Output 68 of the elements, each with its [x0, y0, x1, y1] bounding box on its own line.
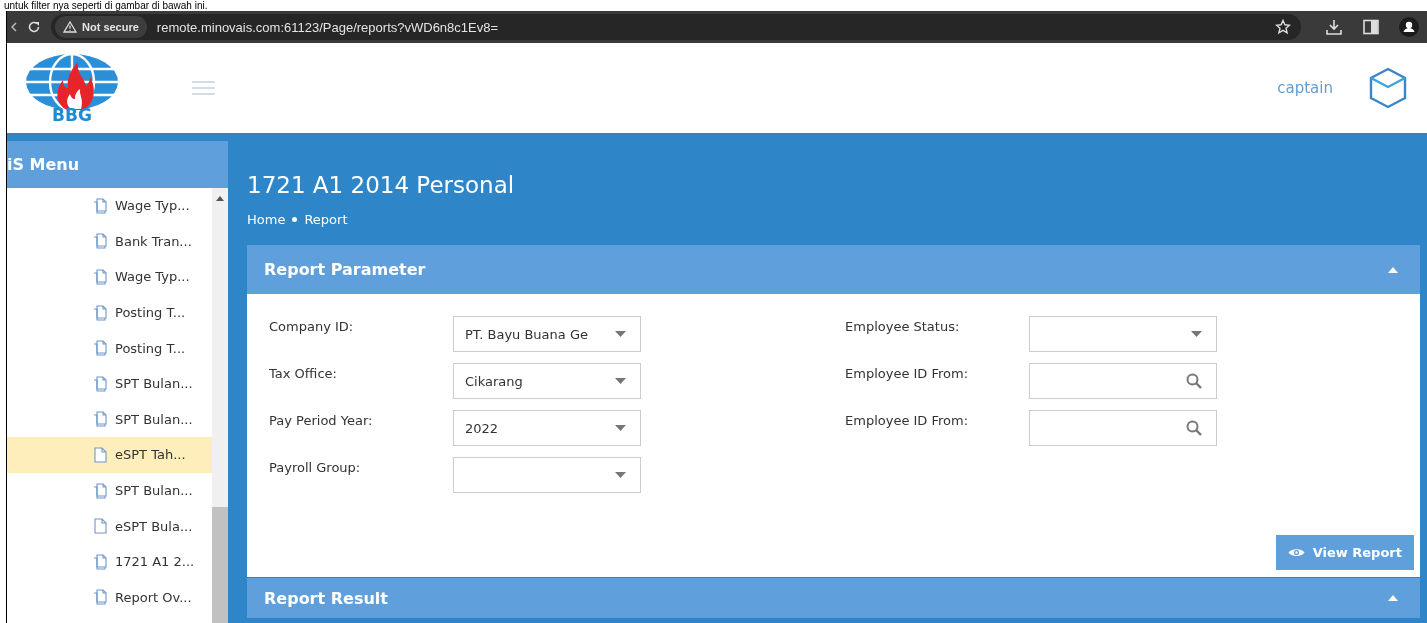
dropdown-caret-icon: [615, 472, 626, 478]
documents-icon: [92, 589, 109, 606]
panel-title: Report Result: [264, 588, 388, 608]
security-chip[interactable]: Not secure: [55, 16, 147, 38]
breadcrumb-separator: [292, 217, 298, 222]
documents-icon: [92, 375, 109, 392]
dropdown-field[interactable]: [453, 457, 641, 493]
documents-icon: [92, 197, 109, 214]
menu-item[interactable]: SPT Bulan...: [7, 401, 212, 438]
page-title: 1721 A1 2014 Personal: [247, 172, 516, 198]
menu-item[interactable]: Report Ov...: [7, 579, 212, 616]
logo-text: BBG: [52, 106, 92, 124]
menu-item[interactable]: Wage Typ...: [7, 188, 212, 224]
dropdown-field[interactable]: [1029, 316, 1217, 352]
dropdown-caret-icon: [615, 331, 626, 337]
dropdown-caret-icon: [1191, 331, 1202, 337]
menu-item[interactable]: eSPT Bula...: [7, 508, 212, 544]
dropdown-caret-icon: [615, 378, 626, 384]
address-field[interactable]: remote.minovais.com:61123/Page/reports?vWD6n8c1Ev8=: [156, 19, 1265, 35]
field-label: Payroll Group:: [269, 459, 362, 477]
star-icon[interactable]: [1275, 19, 1291, 35]
cube-icon[interactable]: [1369, 67, 1407, 109]
field-label: Employee ID From:: [845, 412, 969, 430]
scroll-up-icon[interactable]: [216, 196, 224, 201]
download-icon[interactable]: [1325, 18, 1343, 36]
eye-icon: [1287, 547, 1305, 558]
lookup-field[interactable]: [1029, 363, 1217, 399]
profile-icon[interactable]: [1399, 17, 1419, 37]
search-icon[interactable]: [1186, 373, 1202, 389]
search-icon[interactable]: [1186, 420, 1202, 436]
documents-icon: [92, 233, 109, 250]
breadcrumb-link[interactable]: Home: [247, 212, 286, 227]
field-label: Employee Status:: [845, 318, 961, 336]
dropdown-caret-icon: [615, 425, 626, 431]
dropdown-field[interactable]: Cikarang: [453, 363, 641, 399]
menu-item[interactable]: SPT Bulan...: [7, 472, 212, 509]
reload-icon[interactable]: [27, 20, 41, 34]
field-label: Employee ID From:: [845, 365, 969, 383]
scrollbar-thumb[interactable]: [212, 507, 228, 623]
dropdown-field[interactable]: PT. Bayu Buana Ge: [453, 316, 641, 352]
collapse-caret-icon[interactable]: [1388, 595, 1398, 601]
field-label: Pay Period Year:: [269, 412, 374, 430]
menu-item[interactable]: Wage Typ...: [7, 259, 212, 295]
documents-icon: [92, 553, 109, 570]
lookup-field[interactable]: [1029, 410, 1217, 446]
menu-item[interactable]: 1721 A1 2...: [7, 543, 212, 580]
menu-item[interactable]: eSPT Tah...: [7, 437, 212, 473]
menu-item[interactable]: Bank Tran...: [7, 223, 212, 260]
documents-icon: [92, 304, 109, 321]
document-icon: [92, 518, 109, 535]
breadcrumb-link[interactable]: Report: [304, 212, 348, 227]
warning-icon: [63, 21, 77, 33]
document-icon: [92, 446, 109, 463]
caption-text: untuk filter nya seperti di gambar di bawah ini.: [3, 0, 209, 11]
dropdown-field[interactable]: 2022: [453, 410, 641, 446]
menu-title: iS Menu: [7, 141, 228, 188]
menu-item[interactable]: SPT Bulan...: [7, 365, 212, 402]
documents-icon: [92, 411, 109, 428]
panel-title: Report Parameter: [264, 260, 426, 279]
field-label: Company ID:: [269, 318, 355, 336]
menu-item[interactable]: Posting T...: [7, 294, 212, 331]
field-label: Tax Office:: [269, 365, 338, 383]
documents-icon: [92, 340, 109, 357]
documents-icon: [92, 482, 109, 499]
side-panel-icon[interactable]: [1363, 19, 1379, 35]
collapse-caret-icon[interactable]: [1388, 266, 1398, 273]
documents-icon: [92, 269, 109, 285]
menu-item[interactable]: Posting T...: [7, 330, 212, 366]
